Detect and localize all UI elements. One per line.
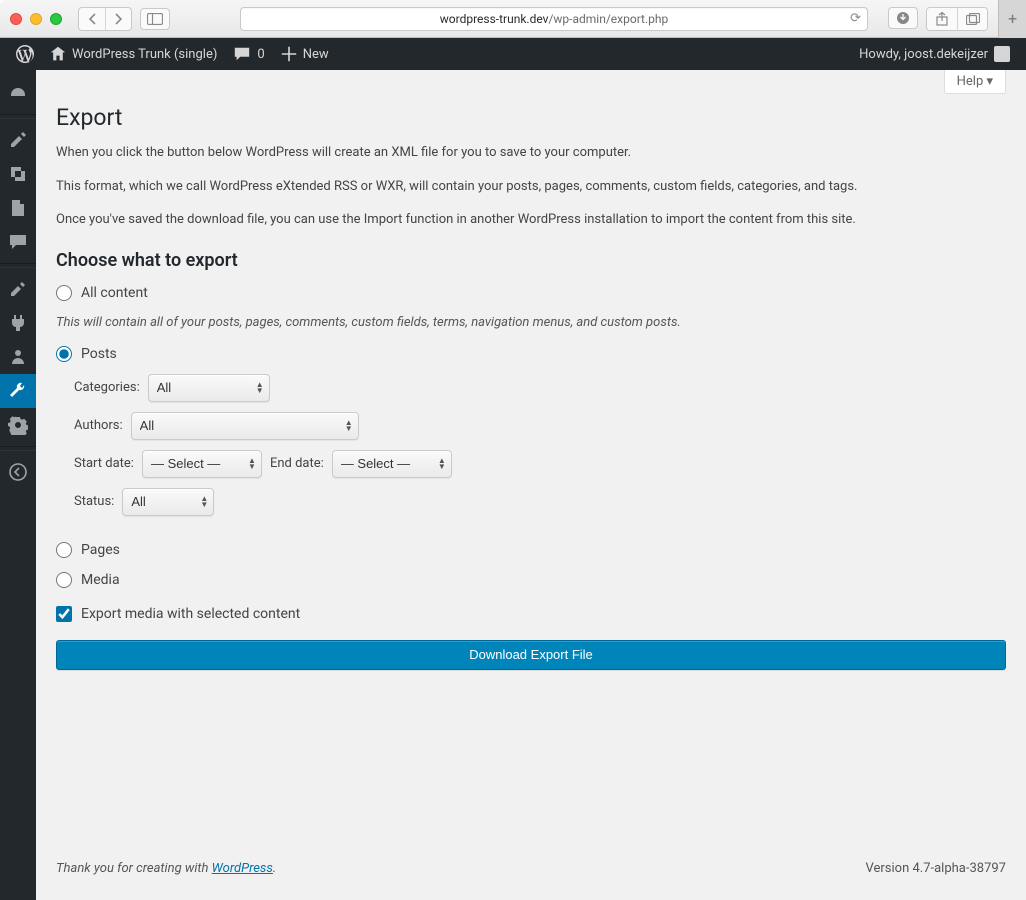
footer-version: Version 4.7-alpha-38797	[865, 861, 1006, 876]
intro-p2: This format, which we call WordPress eXt…	[56, 177, 906, 197]
radio-pages[interactable]	[56, 542, 72, 558]
tabs-button[interactable]	[957, 8, 987, 30]
sidebar-toggle-button[interactable]	[140, 8, 170, 30]
post-filters: Categories: All ▲▼ Authors: All ▲▼	[56, 374, 1006, 526]
menu-collapse[interactable]	[0, 455, 36, 489]
label-pages: Pages	[81, 542, 120, 558]
all-content-desc: This will contain all of your posts, pag…	[56, 315, 1006, 330]
menu-settings[interactable]	[0, 408, 36, 442]
menu-posts[interactable]	[0, 123, 36, 157]
label-media: Media	[81, 572, 120, 588]
account-menu[interactable]: Howdy, joost.dekeijzer	[851, 38, 1018, 70]
wp-logo-menu[interactable]	[8, 38, 42, 70]
close-window-button[interactable]	[10, 13, 22, 25]
reload-icon[interactable]: ⟳	[850, 11, 861, 26]
maximize-window-button[interactable]	[50, 13, 62, 25]
comment-count: 0	[257, 47, 264, 62]
status-select[interactable]: All	[122, 488, 214, 516]
authors-label: Authors:	[74, 418, 123, 433]
admin-bar: WordPress Trunk (single) 0 New Howdy, jo…	[0, 38, 1026, 70]
menu-appearance[interactable]	[0, 272, 36, 306]
help-tab[interactable]: Help ▾	[944, 70, 1006, 94]
status-label: Status:	[74, 494, 114, 509]
menu-media[interactable]	[0, 157, 36, 191]
menu-pages[interactable]	[0, 191, 36, 225]
minimize-window-button[interactable]	[30, 13, 42, 25]
start-date-label: Start date:	[74, 456, 134, 471]
page-title: Export	[56, 104, 1006, 131]
url-host: wordpress-trunk.dev	[440, 12, 549, 26]
new-content-menu[interactable]: New	[273, 38, 337, 70]
menu-comments[interactable]	[0, 225, 36, 259]
intro-p1: When you click the button below WordPres…	[56, 143, 906, 163]
categories-label: Categories:	[74, 380, 140, 395]
end-date-label: End date:	[270, 456, 324, 471]
admin-menu	[0, 70, 36, 900]
url-path: /wp-admin/export.php	[548, 12, 668, 26]
content-area: Help ▾ Export When you click the button …	[36, 70, 1026, 900]
intro-p3: Once you've saved the download file, you…	[56, 210, 906, 230]
radio-all-content[interactable]	[56, 285, 72, 301]
choose-heading: Choose what to export	[56, 250, 1006, 271]
share-button[interactable]	[927, 8, 957, 30]
downloads-button[interactable]	[888, 7, 918, 29]
radio-posts[interactable]	[56, 346, 72, 362]
url-bar[interactable]: wordpress-trunk.dev/wp-admin/export.php …	[240, 7, 868, 31]
footer-wordpress-link[interactable]: WordPress	[212, 861, 273, 876]
menu-tools[interactable]	[0, 374, 36, 408]
comments-menu[interactable]: 0	[225, 38, 272, 70]
start-date-select[interactable]: — Select —	[142, 450, 262, 478]
footer-thanks-prefix: Thank you for creating with	[56, 861, 212, 876]
menu-plugins[interactable]	[0, 306, 36, 340]
browser-toolbar: wordpress-trunk.dev/wp-admin/export.php …	[0, 0, 1026, 38]
label-all-content: All content	[81, 285, 148, 301]
forward-button[interactable]	[105, 8, 131, 30]
new-label: New	[303, 47, 329, 62]
checkbox-export-media[interactable]	[56, 606, 72, 622]
howdy-text: Howdy, joost.dekeijzer	[859, 47, 988, 62]
authors-select[interactable]: All	[131, 412, 359, 440]
nav-back-forward	[78, 7, 132, 31]
new-tab-button[interactable]: +	[998, 0, 1026, 38]
footer-thanks-suffix: .	[273, 861, 276, 876]
categories-select[interactable]: All	[148, 374, 270, 402]
label-posts: Posts	[81, 346, 117, 362]
back-button[interactable]	[79, 8, 105, 30]
end-date-select[interactable]: — Select —	[332, 450, 452, 478]
download-export-button[interactable]: Download Export File	[56, 640, 1006, 670]
radio-media[interactable]	[56, 572, 72, 588]
label-export-media: Export media with selected content	[81, 606, 300, 622]
menu-dashboard[interactable]	[0, 76, 36, 110]
window-controls	[10, 13, 62, 25]
site-title: WordPress Trunk (single)	[72, 47, 217, 62]
avatar	[994, 46, 1010, 62]
footer: Thank you for creating with WordPress. V…	[56, 845, 1006, 900]
site-name-menu[interactable]: WordPress Trunk (single)	[42, 38, 225, 70]
menu-users[interactable]	[0, 340, 36, 374]
